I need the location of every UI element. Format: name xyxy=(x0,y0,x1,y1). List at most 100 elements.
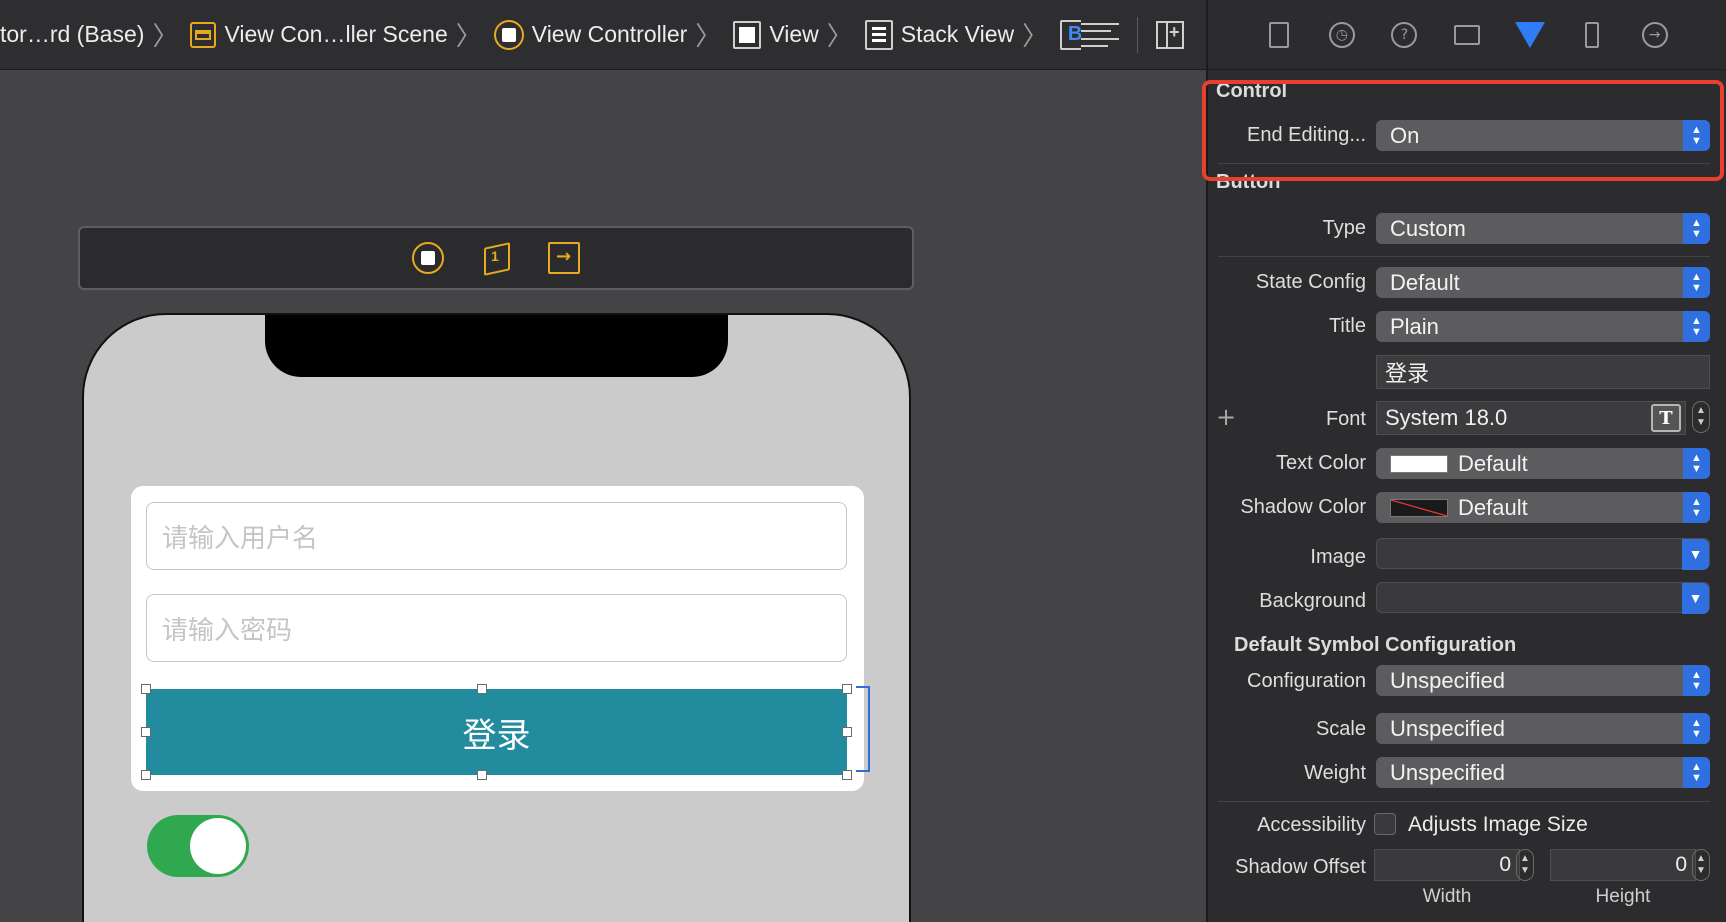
login-button-label: 登录 xyxy=(462,716,531,755)
quick-help-icon[interactable]: ? xyxy=(1389,20,1419,50)
breadcrumb-view-controller[interactable]: View Controller 〉 xyxy=(493,16,730,53)
title-text-field[interactable]: 登录 xyxy=(1376,355,1710,389)
breadcrumb-stack-view[interactable]: Stack View 〉 xyxy=(864,16,1056,53)
popup-arrows-icon: ▲ ▼ xyxy=(1683,492,1710,523)
scale-popup[interactable]: Unspecified ▲ ▼ xyxy=(1376,713,1710,744)
symbol-config-title: Default Symbol Configuration xyxy=(1234,634,1517,656)
stack-view[interactable]: 请输入用户名 请输入密码 登录 xyxy=(131,486,864,791)
color-swatch xyxy=(1390,498,1448,517)
breadcrumb-label: Stack View xyxy=(900,21,1015,47)
popup-arrows-icon: ▲ ▼ xyxy=(1683,311,1710,342)
accessibility-label: Accessibility xyxy=(1257,814,1366,836)
width-caption: Width xyxy=(1422,886,1472,907)
type-value: Custom xyxy=(1390,215,1466,241)
shadow-offset-label: Shadow Offset xyxy=(1235,856,1366,878)
popup-arrows-icon: ▲ ▼ xyxy=(1683,713,1710,744)
shadow-offset-width-field[interactable]: 0 xyxy=(1374,849,1520,881)
size-inspector-icon[interactable] xyxy=(1577,20,1607,50)
configuration-value: Unspecified xyxy=(1390,667,1505,693)
text-color-popup[interactable]: Default ▲ ▼ xyxy=(1376,448,1710,479)
font-size-stepper[interactable]: ▲ ▼ xyxy=(1692,401,1710,433)
add-editor-icon[interactable] xyxy=(1156,21,1184,49)
breadcrumb-view[interactable]: View 〉 xyxy=(733,16,860,53)
section-divider xyxy=(1218,256,1710,257)
popup-arrows-icon: ▲ ▼ xyxy=(1683,213,1710,244)
breadcrumb-scene[interactable]: View Con…ller Scene 〉 xyxy=(190,16,489,53)
resize-handle[interactable] xyxy=(141,684,151,694)
selection-constraint-bracket xyxy=(856,686,870,772)
type-popup[interactable]: Custom ▲ ▼ xyxy=(1376,213,1710,244)
title-value: Plain xyxy=(1390,313,1439,339)
breadcrumb-label: View Controller xyxy=(531,21,688,47)
breadcrumb-label: View xyxy=(769,21,819,47)
password-field[interactable]: 请输入密码 xyxy=(146,594,847,662)
username-field[interactable]: 请输入用户名 xyxy=(146,502,847,570)
state-config-popup[interactable]: Default ▲ ▼ xyxy=(1376,267,1710,298)
font-picker-icon[interactable]: T xyxy=(1651,404,1681,432)
jump-bar: tor…rd (Base) 〉 View Con…ller Scene 〉 Vi… xyxy=(0,0,1206,70)
control-section-title: Control xyxy=(1216,80,1288,102)
resize-handle[interactable] xyxy=(842,684,852,694)
resize-handle[interactable] xyxy=(477,684,487,694)
title-label: Title xyxy=(1328,315,1366,337)
resize-handle[interactable] xyxy=(842,727,852,737)
font-value: System 18.0 xyxy=(1385,405,1508,430)
attributes-inspector-icon[interactable] xyxy=(1514,20,1545,50)
height-stepper[interactable]: ▲ ▼ xyxy=(1692,849,1710,881)
weight-popup[interactable]: Unspecified ▲ ▼ xyxy=(1376,757,1710,788)
shadow-offset-height-field[interactable]: 0 xyxy=(1550,849,1696,881)
chevron-right-icon: 〉 xyxy=(695,22,722,52)
first-responder-icon[interactable] xyxy=(480,242,512,274)
chevron-down-icon: ▼ xyxy=(1682,583,1709,614)
text-color-label: Text Color xyxy=(1275,452,1366,474)
chevron-right-icon: 〉 xyxy=(826,22,853,52)
adjusts-image-size-checkbox[interactable] xyxy=(1374,813,1396,835)
state-config-label: State Config xyxy=(1255,271,1366,293)
shadow-color-popup[interactable]: Default ▲ ▼ xyxy=(1376,492,1710,523)
resize-handle[interactable] xyxy=(141,770,151,780)
font-field[interactable]: System 18.0 T xyxy=(1376,401,1686,435)
width-stepper[interactable]: ▲ ▼ xyxy=(1516,849,1534,881)
file-inspector-icon[interactable] xyxy=(1264,20,1294,50)
history-inspector-icon[interactable]: ◷ xyxy=(1327,20,1357,50)
scene-dock xyxy=(78,226,914,290)
section-divider xyxy=(1218,163,1710,164)
configuration-label: Configuration xyxy=(1247,670,1366,692)
resize-handle[interactable] xyxy=(842,770,852,780)
stack-view-icon xyxy=(864,19,893,50)
configuration-popup[interactable]: Unspecified ▲ ▼ xyxy=(1376,665,1710,696)
scale-value: Unspecified xyxy=(1390,715,1505,741)
image-label: Image xyxy=(1310,546,1366,568)
popup-arrows-icon: ▲ ▼ xyxy=(1683,665,1710,696)
resize-handle[interactable] xyxy=(477,770,487,780)
connections-inspector-icon[interactable]: → xyxy=(1640,20,1670,50)
editor-options-icon[interactable] xyxy=(1081,23,1119,47)
adjusts-image-size-label: Adjusts Image Size xyxy=(1408,813,1588,836)
background-combo[interactable]: ▼ xyxy=(1376,582,1710,614)
breadcrumb-label: View Con…ller Scene xyxy=(224,21,448,47)
breadcrumb-label: tor…rd (Base) xyxy=(0,21,145,47)
view-controller-icon xyxy=(493,19,524,50)
weight-value: Unspecified xyxy=(1390,759,1505,785)
chevron-right-icon: 〉 xyxy=(455,22,482,52)
username-placeholder: 请输入用户名 xyxy=(162,522,319,553)
inspector-tabs: ◷ ? → xyxy=(1208,0,1726,70)
shadow-color-label: Shadow Color xyxy=(1240,496,1366,518)
breadcrumb-storyboard[interactable]: tor…rd (Base) 〉 xyxy=(0,16,186,53)
font-label: Font xyxy=(1325,408,1366,430)
section-divider xyxy=(1218,801,1710,802)
view-icon xyxy=(733,20,762,49)
storyboard-canvas[interactable]: 请输入用户名 请输入密码 登录 xyxy=(0,70,1206,922)
toggle-switch[interactable] xyxy=(147,815,249,877)
height-caption: Height xyxy=(1595,886,1651,907)
end-editing-popup[interactable]: On ▲ ▼ xyxy=(1376,120,1710,151)
title-popup[interactable]: Plain ▲ ▼ xyxy=(1376,311,1710,342)
popup-arrows-icon: ▲ ▼ xyxy=(1683,757,1710,788)
login-button[interactable]: 登录 xyxy=(146,689,847,775)
view-controller-icon[interactable] xyxy=(412,242,444,274)
image-combo[interactable]: ▼ xyxy=(1376,538,1710,570)
exit-icon[interactable] xyxy=(548,242,580,274)
identity-inspector-icon[interactable] xyxy=(1452,20,1482,50)
resize-handle[interactable] xyxy=(141,727,151,737)
popup-arrows-icon: ▲ ▼ xyxy=(1683,267,1710,298)
